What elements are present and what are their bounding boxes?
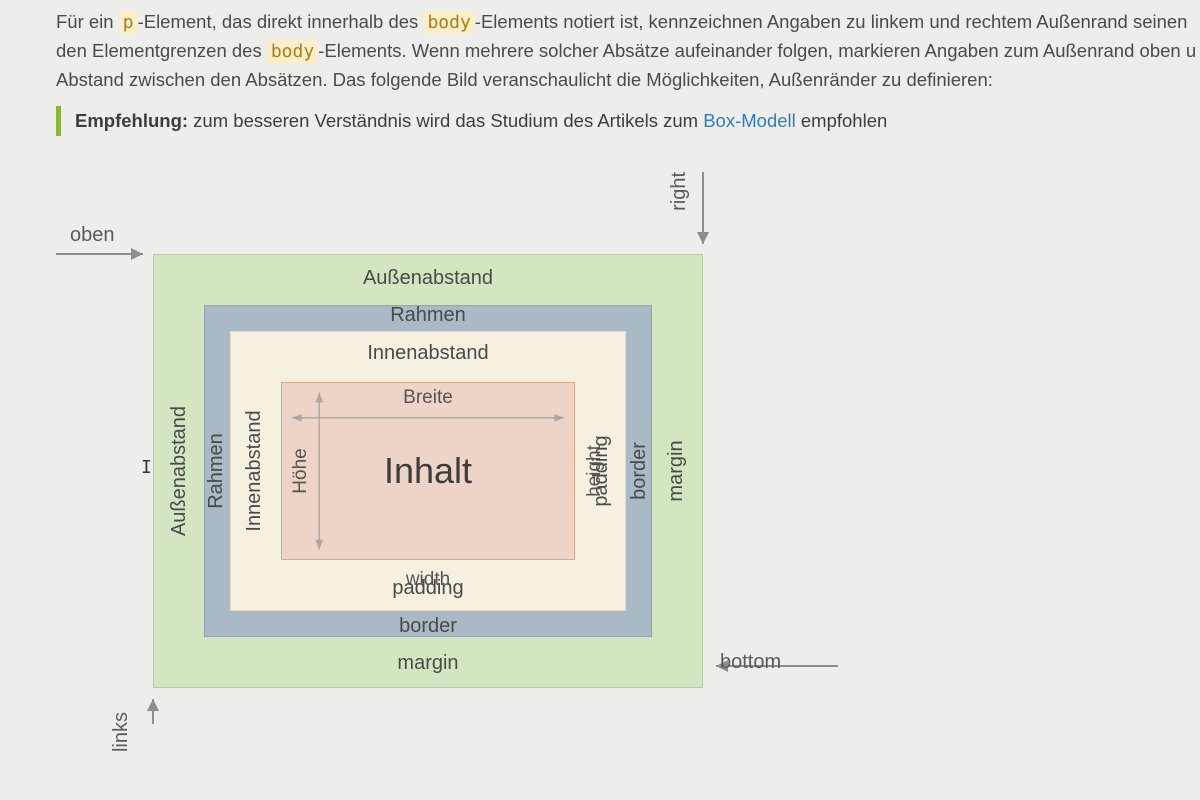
width-de-label: Breite (403, 387, 453, 409)
code-p: p (119, 11, 138, 34)
border-top-label: Rahmen (205, 304, 651, 327)
arrow-label-top: oben (70, 224, 115, 247)
intro-paragraph: Für ein p-Element, das direkt innerhalb … (56, 8, 1200, 94)
box-model-diagram: oben right bottom links Außenabstand Auß… (48, 154, 868, 724)
height-de-label: Höhe (290, 449, 312, 494)
text: Für ein (56, 11, 119, 32)
recommendation-callout: Empfehlung: zum besseren Verständnis wir… (56, 106, 1200, 136)
text: -Element, das direkt innerhalb des (138, 11, 424, 32)
padding-box: Innenabstand Innenabstand padding paddin… (230, 331, 626, 611)
margin-box: Außenabstand Außenabstand margin margin … (153, 254, 703, 688)
border-box: Rahmen Rahmen border border Innenabstand… (204, 305, 652, 637)
padding-top-label: Innenabstand (231, 342, 625, 365)
height-en-label: height (584, 446, 606, 498)
callout-post: empfohlen (796, 110, 888, 131)
width-en-label: width (406, 569, 450, 591)
arrow-label-left: links (110, 712, 133, 752)
dimension-arrows (282, 383, 574, 559)
text-cursor-icon: I (141, 457, 152, 478)
callout-strong: Empfehlung: (75, 110, 188, 131)
margin-right-label: margin (665, 441, 688, 502)
arrow-label-right: right (668, 172, 691, 211)
callout-pre: zum besseren Verständnis wird das Studiu… (188, 110, 703, 131)
code-body-1: body (423, 11, 474, 34)
content-box: Inhalt Breite wi (281, 382, 575, 560)
code-body-2: body (267, 40, 318, 63)
border-right-label: border (628, 443, 651, 501)
margin-left-label: Außenabstand (168, 406, 191, 536)
border-left-label: Rahmen (205, 434, 228, 510)
arrow-label-bottom: bottom (720, 651, 781, 674)
box-model-link[interactable]: Box-Modell (703, 110, 796, 131)
margin-top-label: Außenabstand (154, 267, 702, 290)
padding-left-label: Innenabstand (243, 411, 266, 532)
page-root: Für ein p-Element, das direkt innerhalb … (0, 0, 1200, 800)
border-bottom-label: border (205, 615, 651, 638)
margin-bottom-label: margin (154, 652, 702, 675)
